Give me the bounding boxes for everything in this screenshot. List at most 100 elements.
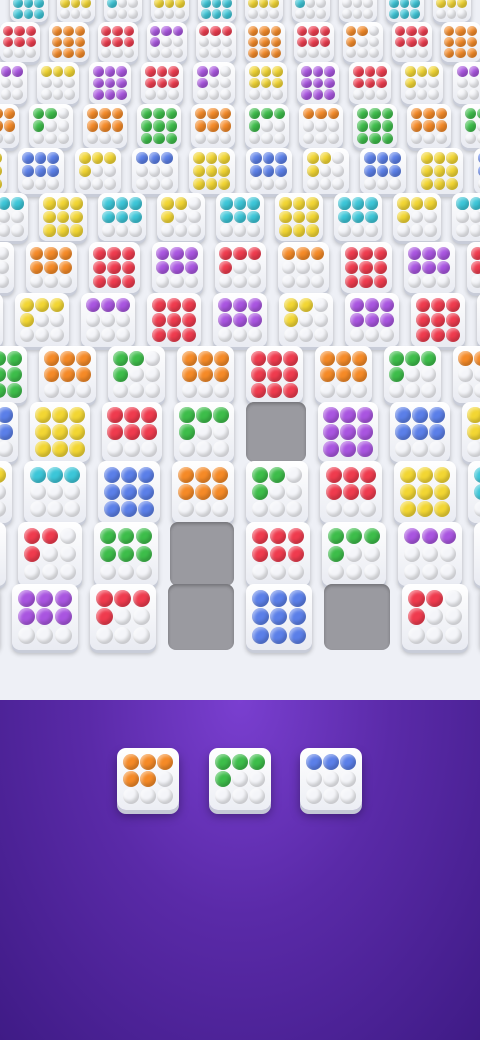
ball bbox=[417, 484, 433, 500]
ball bbox=[129, 367, 144, 382]
ball bbox=[91, 152, 104, 165]
tray-piece-1[interactable] bbox=[117, 748, 179, 810]
ball bbox=[380, 313, 395, 327]
ball bbox=[273, 120, 285, 132]
ball bbox=[299, 297, 313, 312]
board-tile bbox=[462, 402, 480, 462]
ball bbox=[410, 0, 421, 8]
ball bbox=[429, 441, 445, 457]
ball bbox=[319, 165, 332, 177]
ball bbox=[161, 224, 174, 237]
ball bbox=[232, 771, 248, 787]
empty-slot[interactable] bbox=[168, 584, 234, 650]
ball bbox=[3, 48, 14, 59]
ball bbox=[473, 466, 480, 483]
ball bbox=[306, 224, 319, 237]
ball bbox=[219, 132, 231, 144]
tray-piece-3[interactable] bbox=[300, 748, 362, 810]
ball bbox=[270, 48, 281, 59]
empty-slot[interactable] bbox=[324, 584, 390, 650]
ball bbox=[305, 771, 322, 787]
ball bbox=[211, 0, 222, 8]
ball bbox=[208, 89, 220, 101]
ball bbox=[421, 383, 436, 398]
ball bbox=[306, 197, 319, 210]
ball bbox=[3, 36, 14, 48]
ball bbox=[144, 77, 156, 89]
ball bbox=[352, 367, 367, 382]
ball bbox=[114, 608, 132, 626]
ball bbox=[340, 441, 356, 457]
ball bbox=[3, 120, 15, 132]
ball bbox=[434, 484, 451, 500]
ball bbox=[40, 77, 52, 89]
ball bbox=[56, 197, 70, 210]
ball bbox=[252, 590, 270, 608]
ball bbox=[305, 753, 322, 770]
ball bbox=[474, 351, 480, 366]
ball bbox=[175, 8, 186, 19]
ball bbox=[184, 275, 198, 289]
ball bbox=[107, 407, 123, 423]
ball bbox=[195, 120, 207, 132]
ball bbox=[426, 590, 444, 608]
board-tile bbox=[0, 346, 27, 403]
empty-slot[interactable] bbox=[170, 522, 234, 586]
ball bbox=[43, 210, 56, 224]
ball bbox=[423, 120, 435, 132]
ball bbox=[64, 77, 76, 89]
ball bbox=[297, 48, 308, 59]
board-tile bbox=[0, 148, 7, 194]
ball bbox=[406, 25, 417, 36]
piece-tray bbox=[0, 700, 480, 1040]
tray-piece-2[interactable] bbox=[209, 748, 271, 810]
ball bbox=[19, 313, 34, 327]
ball bbox=[415, 328, 430, 343]
empty-slot[interactable] bbox=[246, 402, 306, 462]
ball bbox=[249, 177, 262, 190]
ball bbox=[210, 48, 221, 59]
ball bbox=[258, 8, 269, 19]
ball bbox=[113, 383, 128, 398]
ball bbox=[299, 313, 313, 327]
ball bbox=[123, 36, 134, 48]
board-tile bbox=[24, 461, 86, 523]
ball bbox=[219, 246, 233, 260]
ball bbox=[35, 424, 51, 440]
ball bbox=[60, 367, 75, 382]
ball bbox=[18, 608, 36, 626]
ball bbox=[96, 626, 114, 644]
ball bbox=[220, 89, 232, 101]
ball bbox=[248, 48, 259, 59]
ball bbox=[466, 48, 477, 59]
board-tile bbox=[25, 242, 77, 293]
ball bbox=[397, 197, 410, 210]
ball bbox=[357, 407, 373, 423]
ball bbox=[52, 424, 68, 440]
ball bbox=[50, 328, 65, 343]
ball bbox=[107, 441, 123, 457]
ball bbox=[182, 297, 197, 312]
ball bbox=[167, 328, 181, 343]
ball bbox=[111, 108, 123, 120]
ball bbox=[251, 367, 266, 382]
ball bbox=[64, 501, 81, 518]
ball bbox=[340, 424, 356, 440]
board-tile bbox=[39, 193, 87, 241]
ball bbox=[360, 466, 377, 483]
ball bbox=[87, 132, 99, 144]
ball bbox=[214, 771, 231, 787]
ball bbox=[54, 590, 72, 608]
ball bbox=[249, 165, 262, 177]
ball bbox=[23, 527, 41, 545]
ball bbox=[405, 351, 420, 366]
ball bbox=[352, 65, 364, 77]
ball bbox=[220, 224, 233, 237]
ball bbox=[381, 120, 393, 132]
ball bbox=[439, 527, 457, 545]
board-tile bbox=[30, 402, 90, 462]
ball bbox=[296, 275, 310, 289]
ball bbox=[417, 48, 428, 59]
board-tile bbox=[299, 104, 343, 148]
ball bbox=[70, 0, 81, 8]
